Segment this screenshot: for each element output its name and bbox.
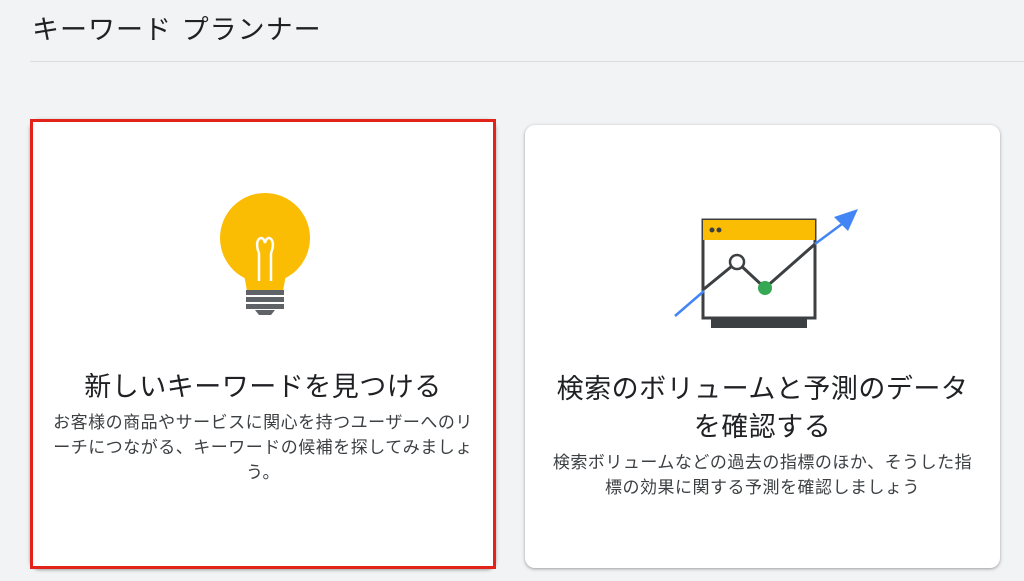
title-divider (30, 61, 1024, 62)
card-description: お客様の商品やサービスに関心を持つユーザーへのリーチにつながる、キーワードの候補… (53, 413, 473, 483)
lightbulb-icon (215, 191, 315, 326)
card-description: 検索ボリュームなどの過去の指標のほか、そうした指標の効果に関する予測を確認しまし… (552, 453, 973, 498)
page-title: キーワード プランナー (32, 15, 322, 46)
card-heading: 新しいキーワードを見つける (84, 372, 442, 403)
forecast-chart-icon (670, 201, 870, 331)
card-heading: 検索のボリュームと予測のデータを確認する (556, 374, 969, 443)
forecast-card[interactable]: 検索のボリュームと予測のデータを確認する 検索ボリュームなどの過去の指標のほか、… (525, 125, 1000, 568)
discover-keywords-card[interactable]: 新しいキーワードを見つける お客様の商品やサービスに関心を持つユーザーへのリーチ… (30, 119, 496, 569)
